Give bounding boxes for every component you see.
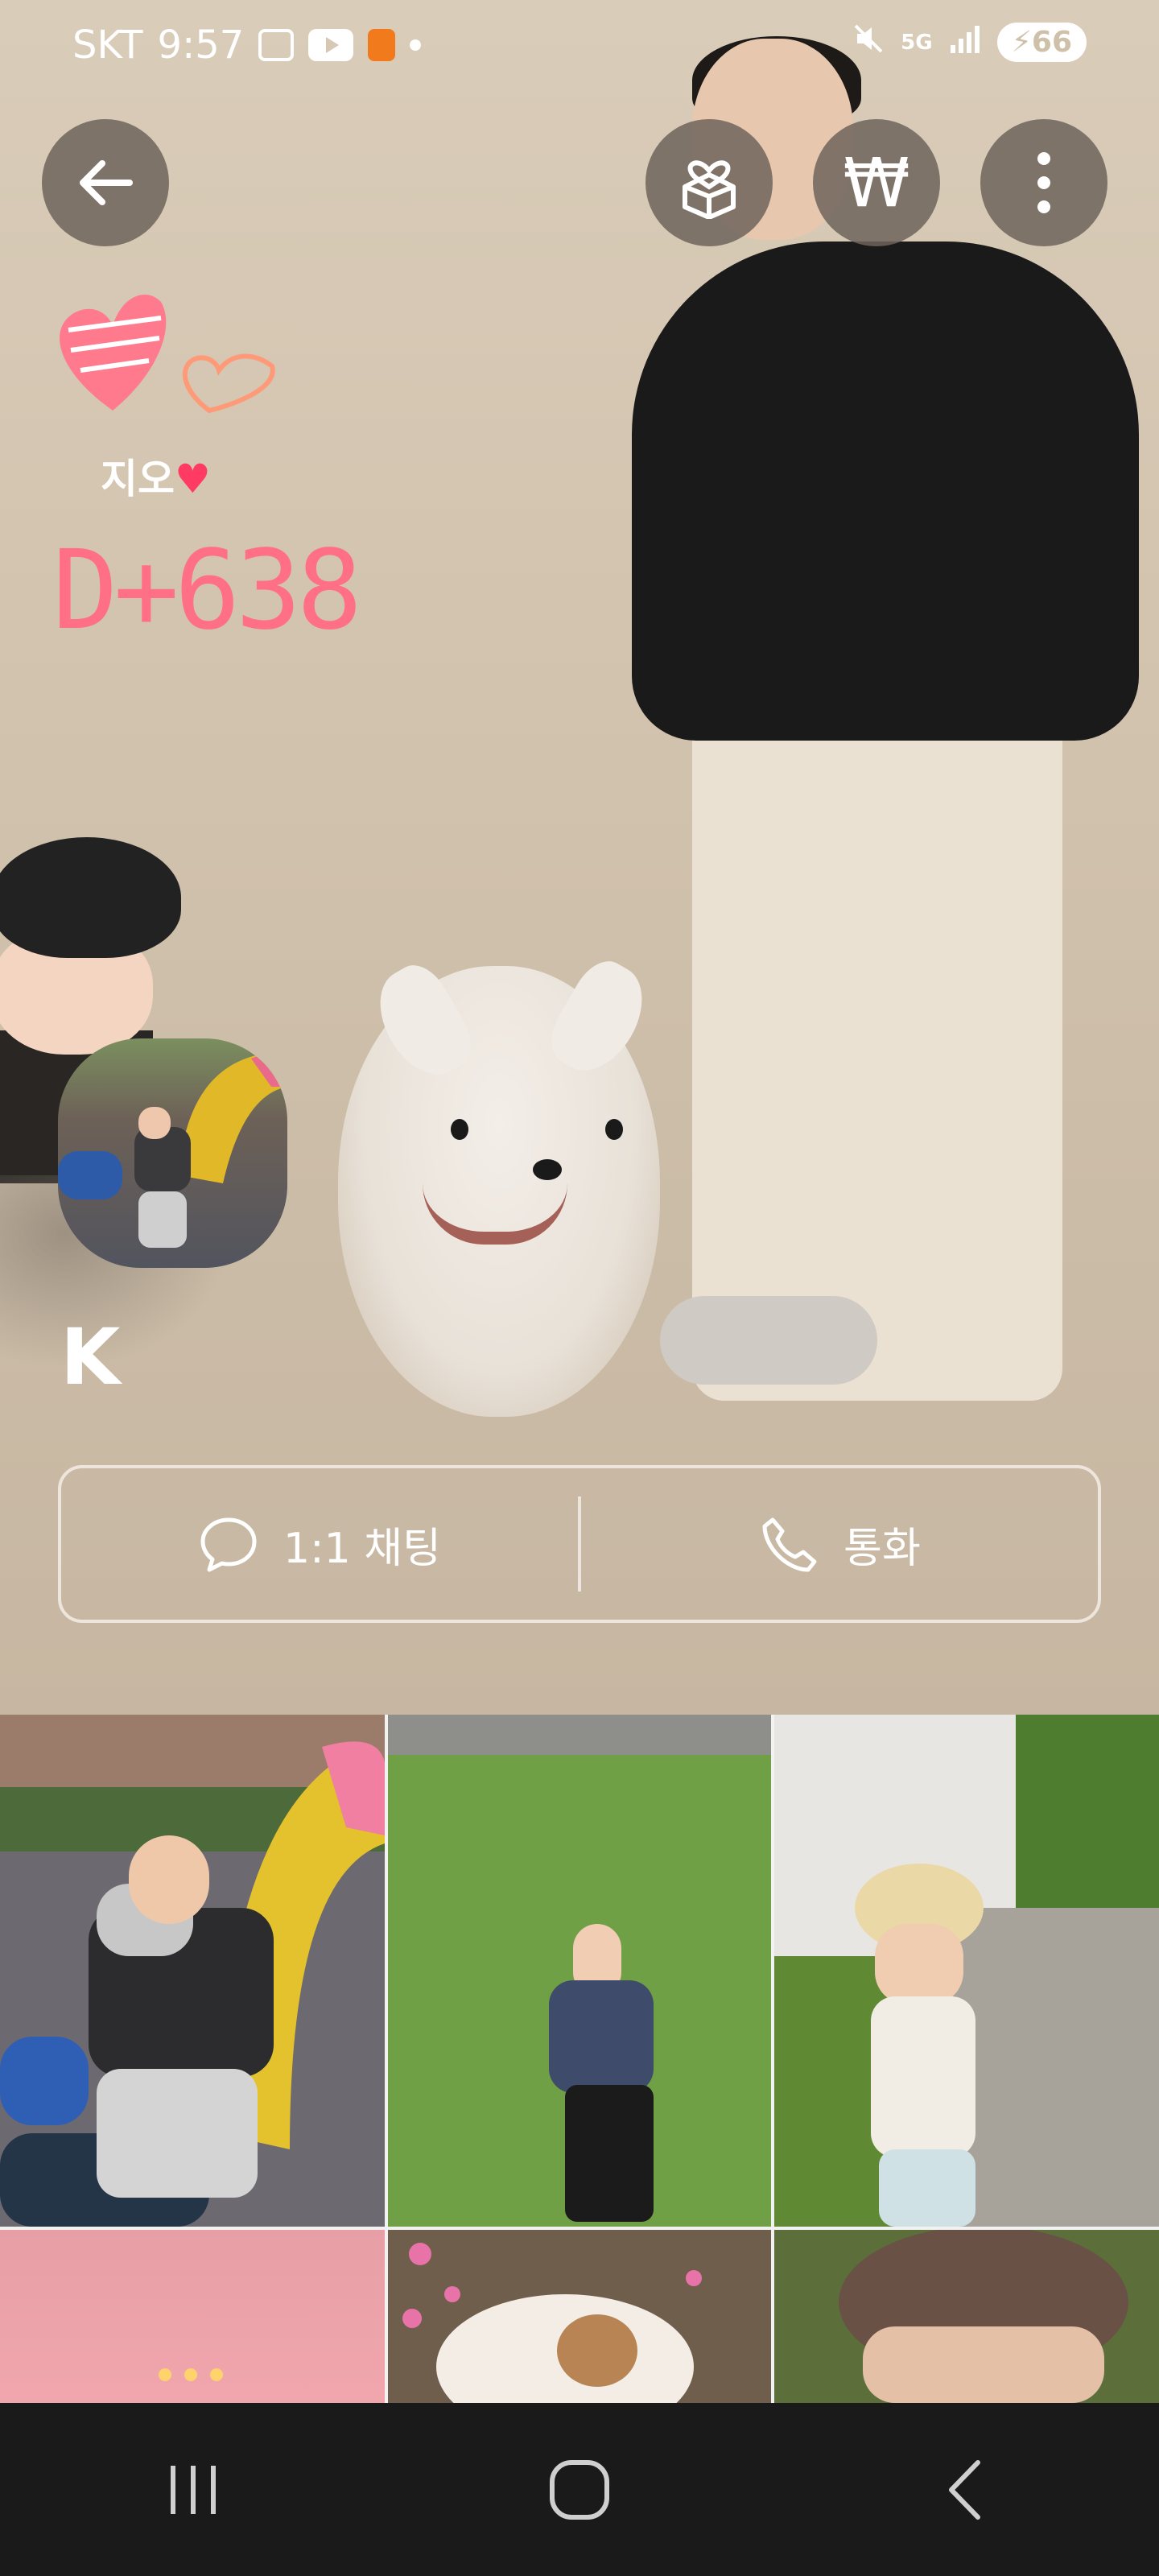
home-icon	[550, 2459, 609, 2520]
photo-tile[interactable]	[0, 1715, 385, 2227]
profile-tag-name: 지오♥	[101, 447, 211, 505]
photo-tile[interactable]	[388, 1715, 771, 2227]
battery-level: 66	[1031, 26, 1072, 59]
system-back-icon	[949, 2459, 980, 2520]
profile-screen: K SKT 9:57 5G ⚡66 ₩ 지오♥ D+638 1:1 채팅 통화	[0, 0, 1159, 2576]
baby-sticker-hat	[0, 837, 181, 958]
recent-apps-button[interactable]	[113, 2438, 274, 2542]
more-notifications-dot	[410, 39, 422, 51]
photo-tile[interactable]	[774, 2230, 1159, 2403]
app-notification-icon	[368, 29, 396, 61]
gift-icon	[683, 160, 736, 219]
dog-eye	[605, 1119, 623, 1140]
heart-icon: ♥	[175, 456, 211, 502]
battery-indicator: ⚡66	[996, 23, 1087, 62]
back-arrow-icon	[80, 160, 133, 205]
clock: 9:57	[157, 23, 245, 68]
gift-button[interactable]	[645, 119, 773, 246]
screenshot-icon	[258, 29, 295, 61]
won-icon: ₩	[843, 143, 910, 222]
recent-apps-icon	[171, 2465, 216, 2514]
carrier-label: SKT	[72, 23, 143, 68]
system-back-button[interactable]	[885, 2438, 1046, 2542]
call-button[interactable]: 통화	[581, 1468, 1098, 1620]
youtube-icon	[308, 29, 354, 61]
dog-eye	[451, 1119, 468, 1140]
person-sweater	[632, 242, 1139, 741]
chat-bubble-icon	[200, 1517, 257, 1572]
home-button[interactable]	[499, 2438, 660, 2542]
dday-counter: D+638	[52, 527, 362, 654]
network-type: 5G	[901, 30, 933, 55]
photo-grid	[0, 1715, 1159, 2403]
more-button[interactable]	[980, 119, 1107, 246]
photo-tile[interactable]	[0, 2230, 385, 2403]
photo-tile[interactable]	[774, 1715, 1159, 2227]
status-bar: SKT 9:57 5G ⚡66	[0, 0, 1159, 97]
dog-nose	[533, 1159, 562, 1180]
chat-button[interactable]: 1:1 채팅	[61, 1468, 578, 1620]
chat-button-label: 1:1 채팅	[283, 1524, 441, 1573]
person-shoe	[660, 1296, 877, 1385]
hearts-sticker	[48, 282, 290, 422]
system-navigation-bar	[0, 2403, 1159, 2576]
phone-icon	[762, 1517, 817, 1572]
back-button[interactable]	[42, 119, 169, 246]
signal-icon	[949, 23, 981, 62]
profile-initial: K	[60, 1312, 121, 1402]
tag-name-text: 지오	[101, 456, 175, 502]
money-button[interactable]: ₩	[813, 119, 940, 246]
profile-thumbnail[interactable]	[58, 1038, 287, 1268]
profile-action-bar: 1:1 채팅 통화	[58, 1465, 1101, 1623]
photo-tile[interactable]	[388, 2230, 771, 2403]
mute-icon	[852, 23, 885, 62]
more-vertical-icon	[1037, 152, 1050, 213]
call-button-label: 통화	[843, 1524, 921, 1573]
